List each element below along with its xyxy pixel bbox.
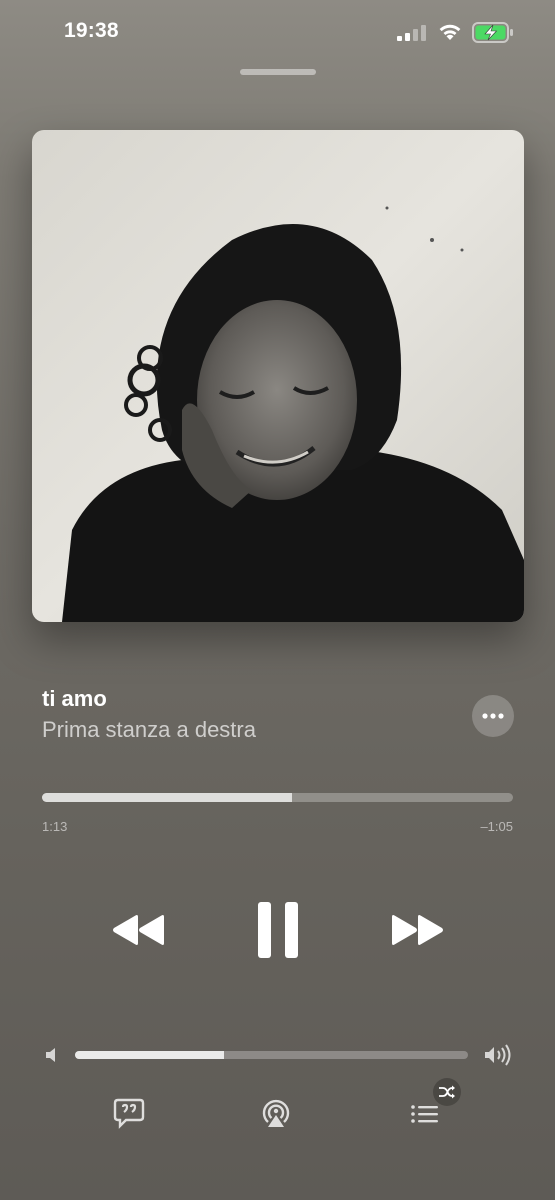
- pause-icon: [258, 902, 298, 958]
- artist-name[interactable]: Prima stanza a destra: [42, 717, 256, 743]
- playback-progress-fill: [42, 793, 292, 802]
- queue-button[interactable]: [407, 1097, 441, 1129]
- volume-level-fill: [75, 1051, 225, 1059]
- queue-icon: [411, 1105, 438, 1123]
- airplay-button[interactable]: [259, 1097, 293, 1129]
- fast-forward-button[interactable]: [386, 905, 448, 955]
- ellipsis-icon: [482, 713, 504, 719]
- elapsed-time: 1:13: [42, 819, 68, 834]
- playback-scrubber[interactable]: [42, 793, 513, 802]
- cellular-signal-icon: [397, 25, 426, 41]
- lyrics-icon: [113, 1098, 145, 1129]
- rewind-icon: [113, 915, 164, 945]
- volume-slider[interactable]: [75, 1051, 468, 1059]
- battery-charging-icon: [472, 22, 513, 43]
- rewind-button[interactable]: [108, 905, 170, 955]
- song-title: ti amo: [42, 686, 107, 711]
- lyrics-button[interactable]: [112, 1097, 146, 1129]
- pause-button[interactable]: [250, 898, 306, 962]
- album-artwork: [32, 130, 524, 622]
- status-time: 19:38: [64, 19, 119, 42]
- volume-low-icon: [46, 1048, 55, 1062]
- airplay-icon: [262, 1099, 290, 1127]
- shuffle-icon: [439, 1085, 455, 1099]
- volume-high-icon: [485, 1044, 511, 1066]
- shuffle-badge: [433, 1078, 461, 1106]
- fast-forward-icon: [392, 915, 443, 945]
- remaining-time: –1:05: [480, 819, 513, 834]
- wifi-icon: [439, 24, 461, 40]
- more-options-button[interactable]: [472, 695, 514, 737]
- sheet-grabber[interactable]: [240, 69, 316, 75]
